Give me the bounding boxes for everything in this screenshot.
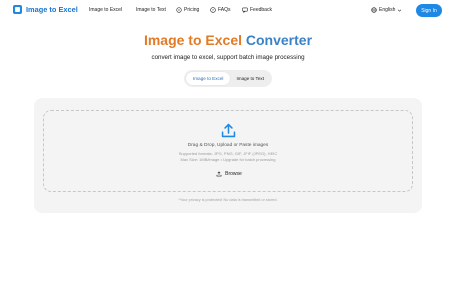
language-label: English bbox=[379, 7, 396, 13]
supported-formats: Supported formats: JPG, PNG, GIF, JFIF (… bbox=[178, 151, 278, 156]
nav-link-label: Image to Text bbox=[136, 7, 166, 13]
chevron-down-icon bbox=[397, 8, 402, 13]
help-circle-icon: ? bbox=[210, 7, 216, 13]
page-title: Image to Excel Converter bbox=[0, 32, 456, 48]
privacy-note: *Your privacy is protected! No data is t… bbox=[178, 198, 278, 202]
brand-name: Image to Excel bbox=[26, 5, 78, 14]
tab-image-to-text[interactable]: Image to Text bbox=[230, 72, 270, 85]
dropzone-title: Drag & Drop, Upload or Paste images bbox=[187, 143, 269, 148]
language-selector[interactable]: English bbox=[371, 7, 402, 13]
title-suffix: Converter bbox=[245, 32, 313, 48]
browse-button[interactable]: Browse bbox=[210, 168, 248, 180]
tag-icon bbox=[176, 7, 182, 13]
nav-link-label: Image to Excel bbox=[89, 7, 123, 13]
upload-dropzone[interactable]: Drag & Drop, Upload or Paste images Supp… bbox=[43, 110, 413, 192]
globe-icon bbox=[371, 7, 377, 13]
nav-link-label: FAQs bbox=[218, 7, 231, 13]
max-size-note: Max Size: 1MB/image • Upgrade for batch … bbox=[180, 157, 276, 162]
sign-in-button[interactable]: Sign In bbox=[416, 4, 442, 17]
page-subtitle: convert image to excel, support batch im… bbox=[151, 54, 305, 61]
nav-link-image-to-text[interactable]: Image to Text bbox=[136, 7, 166, 13]
upload-icon bbox=[220, 122, 237, 139]
tab-image-to-excel[interactable]: Image to Excel bbox=[186, 72, 231, 85]
svg-text:?: ? bbox=[212, 8, 214, 12]
mode-toggle: Image to Excel Image to Text bbox=[184, 70, 272, 87]
table-logo-icon bbox=[13, 5, 22, 14]
nav-link-label: Feedback bbox=[250, 7, 272, 13]
nav-link-pricing[interactable]: Pricing bbox=[176, 7, 199, 13]
nav-link-image-to-excel[interactable]: Image to Excel bbox=[89, 7, 122, 13]
nav-link-feedback[interactable]: Feedback bbox=[242, 7, 272, 13]
brand[interactable]: Image to Excel bbox=[13, 5, 78, 14]
top-navbar: Image to Excel Image to Excel Image to T… bbox=[0, 0, 456, 22]
upload-card: Drag & Drop, Upload or Paste images Supp… bbox=[34, 98, 422, 213]
upload-small-icon bbox=[216, 171, 222, 177]
nav-link-label: Pricing bbox=[184, 7, 200, 13]
browse-label: Browse bbox=[225, 171, 242, 177]
nav-link-faqs[interactable]: ? FAQs bbox=[210, 7, 231, 13]
message-icon bbox=[242, 7, 248, 13]
title-highlight: Image to Excel bbox=[143, 32, 242, 48]
